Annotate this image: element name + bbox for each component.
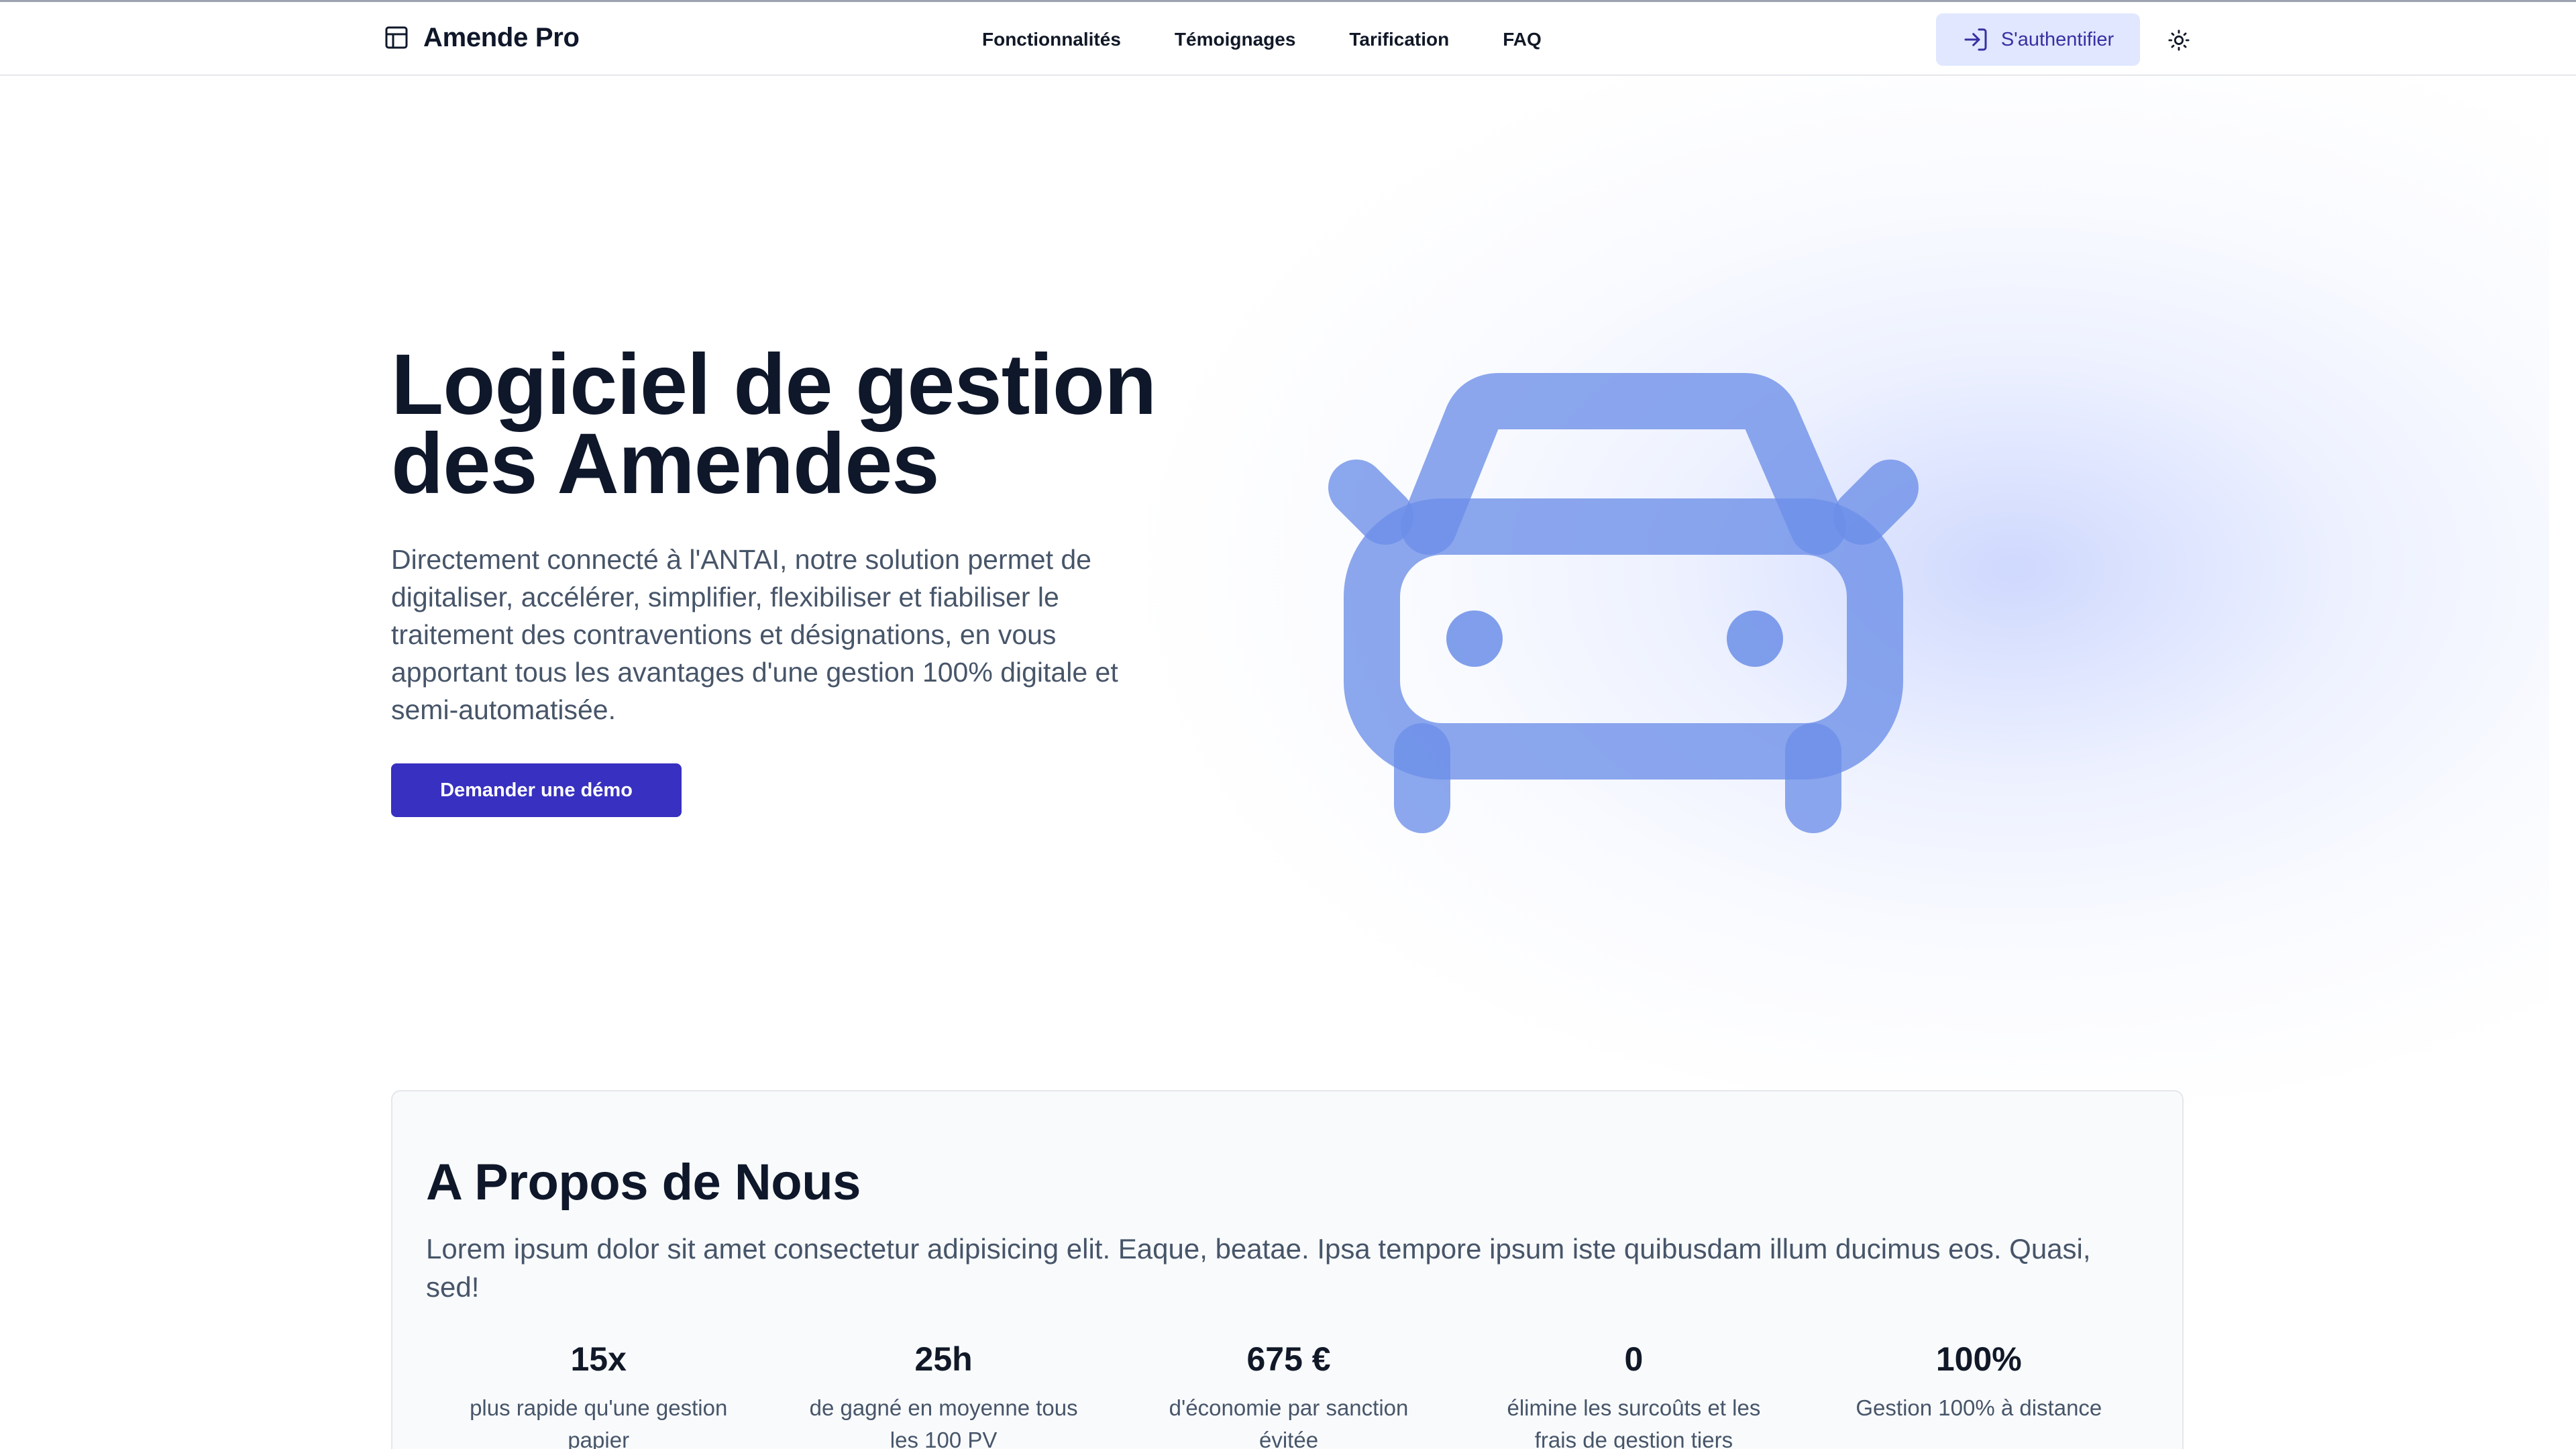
hero-title-line-2: des Amendes: [391, 416, 940, 512]
main-nav: Fonctionnalités Témoignages Tarification…: [982, 26, 1542, 53]
stat-label: élimine les surcoûts et les frais de ges…: [1507, 1395, 1761, 1449]
brand-name: Amende Pro: [423, 22, 580, 52]
stat-label: d'économie par sanction évitée: [1169, 1395, 1409, 1449]
about-title: A Propos de Nous: [426, 1154, 861, 1211]
nav-link-faq[interactable]: FAQ: [1503, 29, 1542, 50]
stat-value: 100%: [1935, 1340, 2022, 1378]
sun-icon: [2168, 30, 2190, 51]
login-button[interactable]: S'authentifier: [1936, 13, 2140, 66]
top-navbar: Amende Pro Fonctionnalités Témoignages T…: [0, 0, 2576, 76]
stat-value: 0: [1624, 1340, 1644, 1378]
stat-label: de gagné en moyenne tous les 100 PV: [809, 1395, 1078, 1449]
login-icon: [1964, 28, 1987, 51]
stat-value: 675 €: [1246, 1340, 1331, 1378]
request-demo-button[interactable]: Demander une démo: [391, 763, 682, 817]
theme-toggle-button[interactable]: [2164, 25, 2194, 55]
stat-item: 0 élimine les surcoûts et les frais de g…: [1461, 1340, 1806, 1449]
stats-row: 15x plus rapide qu'une gestion papier 25…: [426, 1340, 2151, 1449]
layout-icon: [385, 26, 408, 49]
stat-value: 25h: [914, 1340, 973, 1378]
nav-link-temoignages[interactable]: Témoignages: [1175, 29, 1295, 50]
stat-item: 100% Gestion 100% à distance: [1807, 1340, 2151, 1449]
hero-title: Logiciel de gestion des Amendes: [391, 342, 1196, 507]
nav-link-fonctionnalites[interactable]: Fonctionnalités: [982, 29, 1121, 50]
login-button-label: S'authentifier: [2000, 28, 2114, 50]
stat-item: 25h de gagné en moyenne tous les 100 PV: [771, 1340, 1116, 1449]
hero-description: Directement connecté à l'ANTAI, notre so…: [391, 544, 1118, 725]
car-icon: [1328, 373, 1919, 833]
stat-label: plus rapide qu'une gestion papier: [470, 1395, 728, 1449]
nav-link-tarification[interactable]: Tarification: [1349, 29, 1449, 50]
stat-item: 15x plus rapide qu'une gestion papier: [426, 1340, 771, 1449]
about-text: Lorem ipsum dolor sit amet consectetur a…: [426, 1233, 2091, 1303]
stat-item: 675 € d'économie par sanction évitée: [1116, 1340, 1461, 1449]
stat-value: 15x: [570, 1340, 627, 1378]
about-section: A Propos de Nous Lorem ipsum dolor sit a…: [391, 1090, 2184, 1449]
brand-logo-link[interactable]: Amende Pro: [383, 21, 580, 54]
stat-label: Gestion 100% à distance: [1856, 1395, 2102, 1420]
